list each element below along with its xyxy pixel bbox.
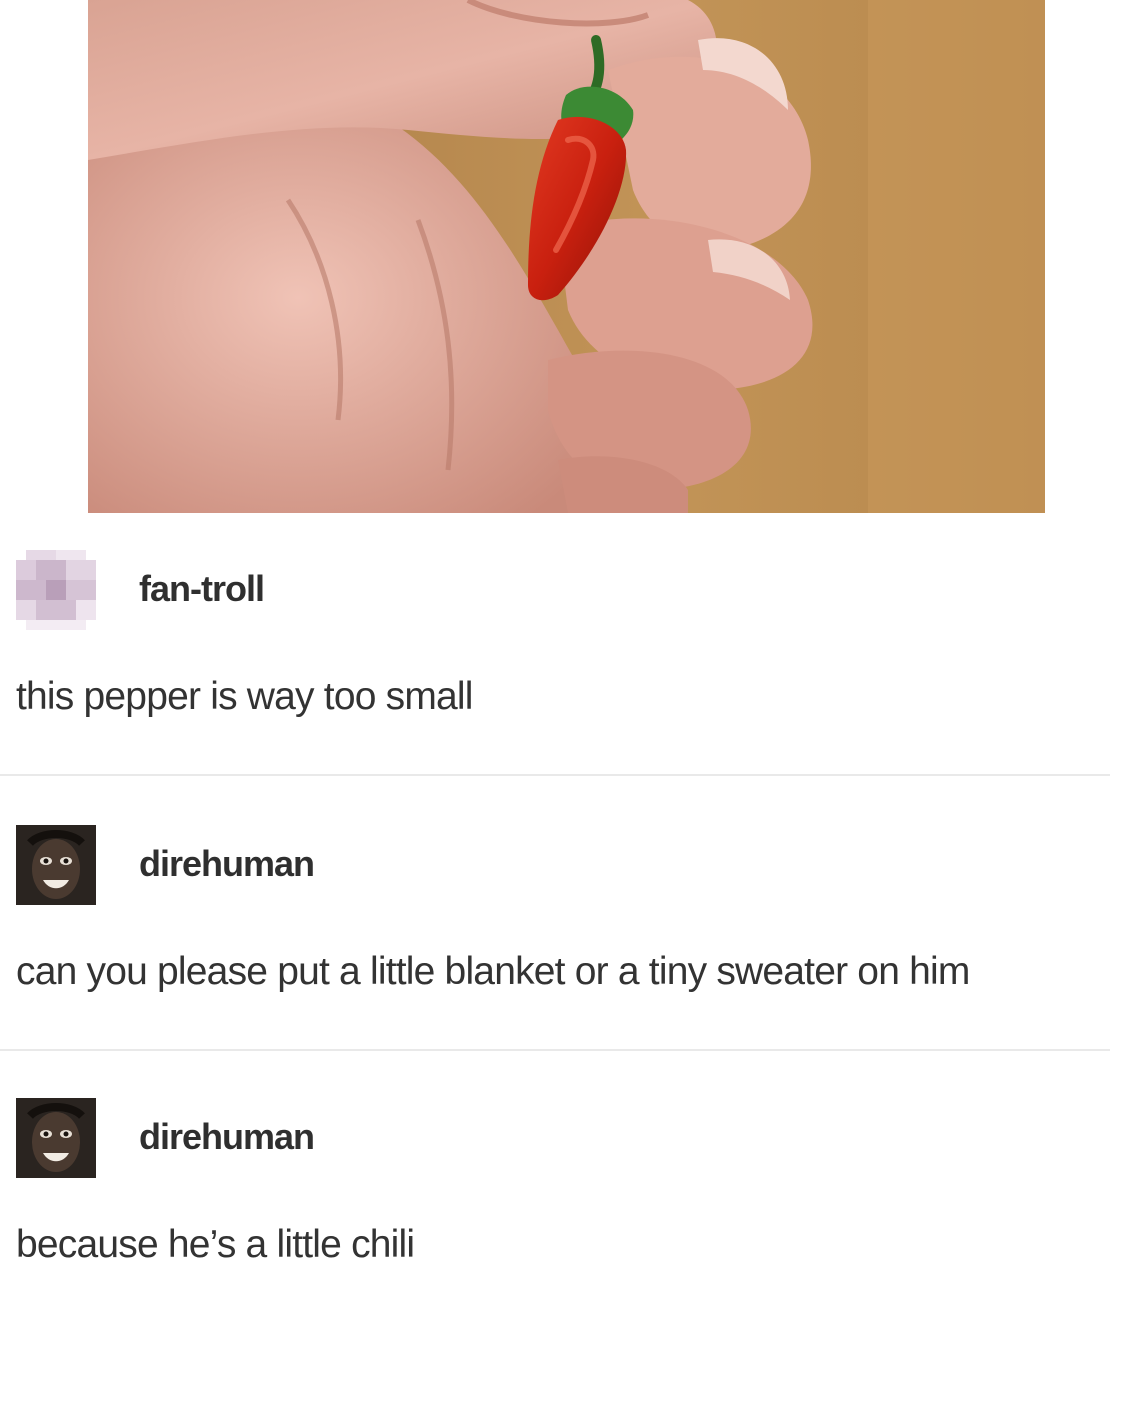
entry-header: direhuman [0,825,1110,905]
post-photo [88,0,1045,513]
username-link[interactable]: fan-troll [139,569,265,609]
reblog-entry: direhuman can you please put a little bl… [0,825,1110,993]
face-avatar-icon[interactable] [16,825,96,905]
username-link[interactable]: direhuman [139,844,315,884]
reblog-entry: fan-troll this pepper is way too small [0,550,1110,718]
comment-text: this pepper is way too small [16,675,473,718]
comment-text: because he’s a little chili [16,1223,415,1266]
divider [0,774,1110,776]
entry-header: direhuman [0,1098,1110,1178]
divider [0,1049,1110,1051]
pixelated-avatar-icon[interactable] [16,550,96,630]
chili-pepper-photo [88,0,1045,513]
face-avatar-icon[interactable] [16,1098,96,1178]
reblog-entry: direhuman because he’s a little chili [0,1098,1110,1266]
comment-text: can you please put a little blanket or a… [16,950,970,993]
entry-header: fan-troll [0,550,1110,630]
username-link[interactable]: direhuman [139,1117,315,1157]
